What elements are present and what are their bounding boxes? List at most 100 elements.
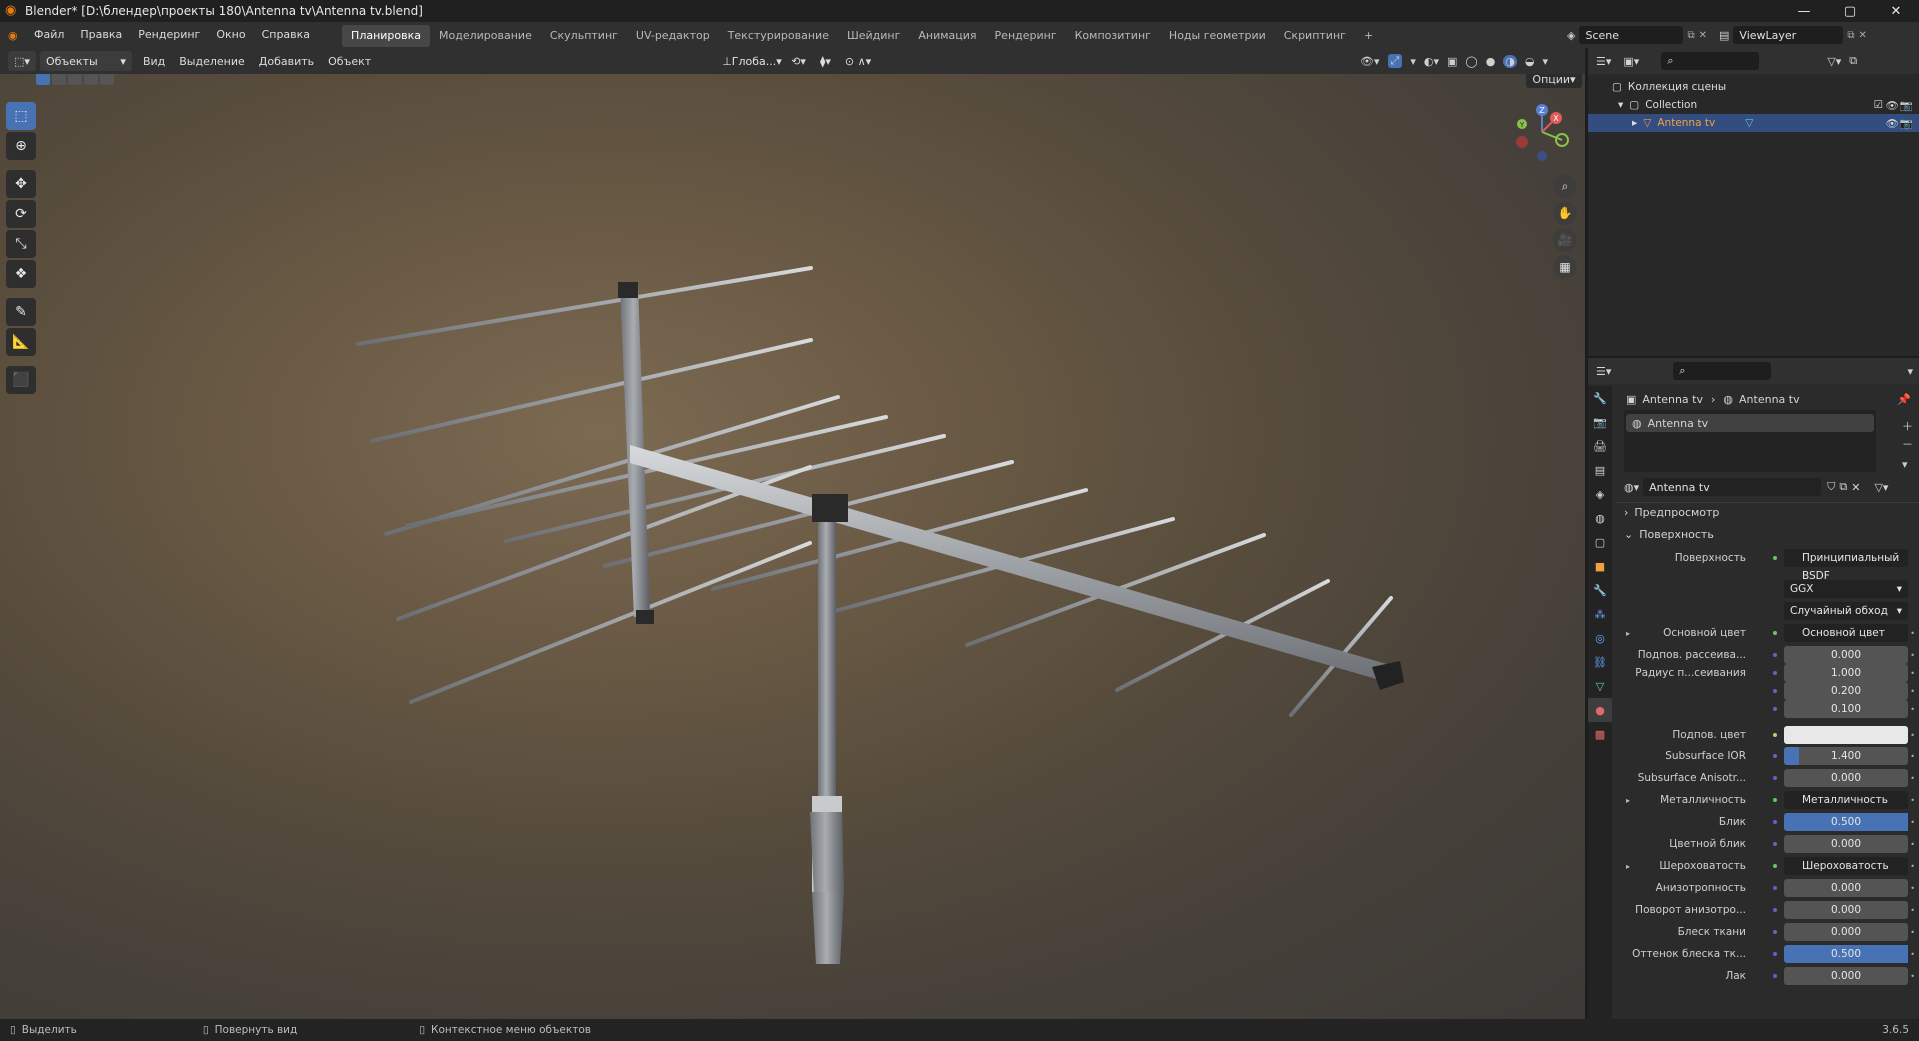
- snap-icon[interactable]: ⧫▾: [813, 55, 838, 68]
- wireframe-shading-icon[interactable]: ◯: [1465, 55, 1477, 68]
- output-tab-icon[interactable]: 🖨: [1588, 434, 1612, 458]
- menu-view[interactable]: Вид: [136, 55, 172, 68]
- socket-dot-icon[interactable]: [1770, 971, 1780, 981]
- tab-modeling[interactable]: Моделирование: [430, 25, 541, 47]
- collection-tab-icon[interactable]: ▢: [1588, 530, 1612, 554]
- number-field[interactable]: 1.000: [1784, 664, 1908, 682]
- outliner-object-antenna[interactable]: ▸ ▽ Antenna tv ▽ 👁 📷: [1588, 114, 1919, 132]
- tab-scripting[interactable]: Скриптинг: [1275, 25, 1355, 47]
- menu-add[interactable]: Добавить: [252, 55, 321, 68]
- material-slot-item[interactable]: ◍ Antenna tv: [1626, 414, 1874, 432]
- keyframe-dot-icon[interactable]: •: [1910, 774, 1915, 783]
- display-mode-icon[interactable]: ▣▾: [1623, 55, 1639, 68]
- material-browse-icon[interactable]: ◍▾: [1624, 481, 1639, 494]
- linked-input-field[interactable]: Основной цвет: [1784, 624, 1908, 642]
- add-slot-icon[interactable]: ＋: [1902, 418, 1913, 434]
- world-tab-icon[interactable]: ◍: [1588, 506, 1612, 530]
- tab-geometry-nodes[interactable]: Ноды геометрии: [1160, 25, 1275, 47]
- exclude-checkbox-icon[interactable]: ☑: [1874, 99, 1883, 111]
- number-field[interactable]: 0.000: [1784, 769, 1908, 787]
- socket-dot-icon[interactable]: [1770, 927, 1780, 937]
- keyframe-dot-icon[interactable]: •: [1910, 906, 1915, 915]
- rendered-shading-icon[interactable]: ◒: [1525, 55, 1535, 68]
- visibility-icon[interactable]: 👁▾: [1360, 55, 1380, 68]
- menu-file[interactable]: Файл: [26, 22, 72, 48]
- cursor-tool-icon[interactable]: ⊕: [6, 132, 36, 160]
- object-tab-icon[interactable]: ■: [1588, 554, 1612, 578]
- properties-editor-icon[interactable]: ☰▾: [1596, 365, 1611, 378]
- move-tool-icon[interactable]: ✥: [6, 170, 36, 198]
- subsurface-method-dropdown[interactable]: Случайный обход ▾: [1784, 602, 1908, 620]
- socket-dot-icon[interactable]: [1770, 861, 1780, 871]
- menu-edit[interactable]: Правка: [72, 22, 130, 48]
- socket-dot-icon[interactable]: [1770, 839, 1780, 849]
- properties-search-input[interactable]: ⌕: [1673, 362, 1772, 380]
- zoom-icon[interactable]: ⌕: [1553, 174, 1577, 198]
- transform-tool-icon[interactable]: ❖: [6, 260, 36, 288]
- editor-type-button[interactable]: ⬚ ▾: [8, 51, 36, 71]
- socket-dot-icon[interactable]: [1770, 795, 1780, 805]
- number-field[interactable]: 0.100: [1784, 700, 1908, 718]
- menu-render[interactable]: Рендеринг: [130, 22, 208, 48]
- number-field[interactable]: 1.400: [1784, 747, 1908, 765]
- keyframe-dot-icon[interactable]: •: [1910, 862, 1915, 871]
- number-field[interactable]: 0.200: [1784, 682, 1908, 700]
- expand-arrow-icon[interactable]: ▸: [1632, 117, 1637, 129]
- keyframe-dot-icon[interactable]: •: [1910, 731, 1915, 740]
- mode-dropdown[interactable]: Объекты ▾: [39, 51, 132, 71]
- measure-tool-icon[interactable]: 📐: [6, 328, 36, 356]
- pin-icon[interactable]: 📌: [1897, 393, 1911, 406]
- outliner-scene-collection[interactable]: ▢ Коллекция сцены: [1588, 78, 1919, 96]
- visibility-eye-icon[interactable]: 👁: [1886, 99, 1899, 112]
- scale-tool-icon[interactable]: ⤡: [6, 230, 36, 258]
- delete-view-layer-icon[interactable]: ✕: [1859, 30, 1867, 41]
- scene-tab-icon[interactable]: ◈: [1588, 482, 1612, 506]
- keyframe-dot-icon[interactable]: •: [1910, 884, 1915, 893]
- rotate-tool-icon[interactable]: ⟳: [6, 200, 36, 228]
- tab-compositing[interactable]: Композитинг: [1066, 25, 1160, 47]
- tab-animation[interactable]: Анимация: [909, 25, 985, 47]
- number-field[interactable]: 0.000: [1784, 879, 1908, 897]
- orientation-dropdown[interactable]: ⊥ Глоба... ▾: [716, 51, 784, 71]
- socket-dot-icon[interactable]: [1770, 730, 1780, 740]
- 3d-viewport[interactable]: Опции ▾ Z Y X ⌕ ✋ 🎥 ▦: [0, 74, 1585, 1019]
- duplicate-icon[interactable]: ⧉: [1839, 480, 1847, 494]
- render-camera-icon[interactable]: 📷: [1900, 117, 1913, 130]
- keyframe-dot-icon[interactable]: •: [1910, 972, 1915, 981]
- maximize-button[interactable]: ▢: [1827, 0, 1873, 22]
- keyframe-dot-icon[interactable]: •: [1910, 840, 1915, 849]
- data-tab-icon[interactable]: ▽: [1588, 674, 1612, 698]
- socket-dot-icon[interactable]: [1770, 668, 1780, 678]
- panel-preview-header[interactable]: › Предпросмотр: [1616, 502, 1919, 522]
- add-workspace-button[interactable]: +: [1355, 25, 1382, 47]
- surface-shader-field[interactable]: Принципиальный BSDF: [1784, 549, 1908, 582]
- socket-dot-icon[interactable]: [1770, 883, 1780, 893]
- number-field[interactable]: 0.500: [1784, 945, 1908, 963]
- new-view-layer-icon[interactable]: ⧉: [1847, 30, 1854, 41]
- socket-dot-icon[interactable]: [1770, 751, 1780, 761]
- expand-arrow-icon[interactable]: ▾: [1618, 99, 1623, 111]
- number-field[interactable]: 0.000: [1784, 967, 1908, 985]
- scene-field[interactable]: Scene: [1579, 26, 1684, 44]
- chevron-down-icon[interactable]: ▾: [1907, 365, 1913, 378]
- keyframe-dot-icon[interactable]: •: [1910, 818, 1915, 827]
- expand-arrow-icon[interactable]: ▸: [1626, 862, 1630, 871]
- view-layer-field[interactable]: ViewLayer: [1733, 26, 1844, 44]
- keyframe-dot-icon[interactable]: •: [1910, 752, 1915, 761]
- material-tab-icon[interactable]: ●: [1588, 698, 1612, 722]
- pivot-icon[interactable]: ⟲▾: [784, 55, 813, 68]
- linked-input-field[interactable]: Металличность: [1784, 791, 1908, 809]
- socket-dot-icon[interactable]: [1770, 949, 1780, 959]
- tab-shading[interactable]: Шейдинг: [838, 25, 909, 47]
- texture-tab-icon[interactable]: ▩: [1588, 722, 1612, 746]
- slot-menu-icon[interactable]: ▾: [1902, 458, 1913, 471]
- remove-slot-icon[interactable]: －: [1902, 436, 1913, 452]
- expand-arrow-icon[interactable]: ▸: [1626, 629, 1630, 638]
- socket-dot-icon[interactable]: [1770, 704, 1780, 714]
- menu-window[interactable]: Окно: [208, 22, 253, 48]
- socket-dot-icon[interactable]: [1770, 773, 1780, 783]
- tab-sculpting[interactable]: Скульптинг: [541, 25, 627, 47]
- pan-hand-icon[interactable]: ✋: [1553, 201, 1577, 225]
- distribution-dropdown[interactable]: GGX ▾: [1784, 580, 1908, 598]
- outliner-editor-icon[interactable]: ☰▾: [1596, 55, 1611, 68]
